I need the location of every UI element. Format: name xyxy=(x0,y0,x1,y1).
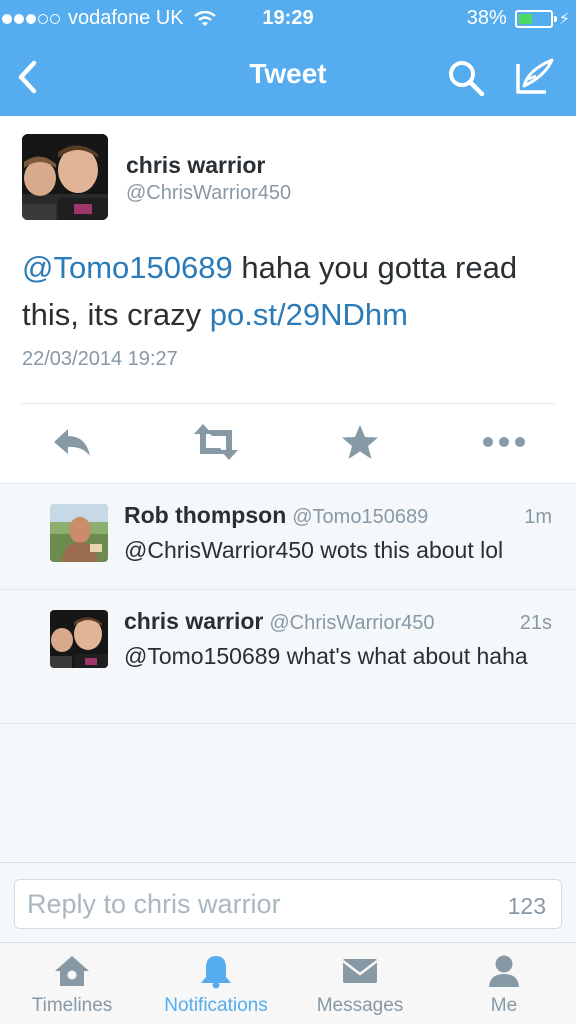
tab-me[interactable]: Me xyxy=(432,943,576,1024)
reply-time: 21s xyxy=(519,612,552,634)
tab-messages[interactable]: Messages xyxy=(288,943,432,1024)
tab-label: Timelines xyxy=(31,995,113,1016)
avatar[interactable] xyxy=(50,504,108,562)
reply-author[interactable]: chris warrior @ChrisWarrior450 xyxy=(124,608,435,635)
charging-icon: ⚡ xyxy=(558,10,570,28)
author-name[interactable]: chris warrior xyxy=(126,152,265,179)
compose-icon[interactable] xyxy=(514,56,556,96)
main-tweet: chris warrior @ChrisWarrior450 @Tomo1506… xyxy=(0,116,576,484)
reply-time: 1m xyxy=(524,506,552,528)
mention-link[interactable]: @Tomo150689 xyxy=(22,250,233,285)
envelope-icon xyxy=(342,959,378,983)
url-link[interactable]: po.st/29NDhm xyxy=(210,297,408,332)
reply-input[interactable] xyxy=(14,879,562,929)
bell-icon xyxy=(201,956,231,989)
favorite-icon[interactable] xyxy=(340,422,380,462)
tab-notifications[interactable]: Notifications xyxy=(144,943,288,1024)
reply-icon[interactable] xyxy=(50,422,94,462)
battery-nub xyxy=(553,15,557,22)
avatar[interactable] xyxy=(22,134,108,220)
page-title: Tweet xyxy=(249,58,327,89)
search-icon[interactable] xyxy=(446,58,486,98)
tab-timelines[interactable]: Timelines xyxy=(0,943,144,1024)
status-bar: vodafone UK 19:29 38% ⚡ xyxy=(0,0,576,38)
person-icon xyxy=(489,955,519,987)
tab-label: Me xyxy=(490,995,518,1016)
reply-text: @Tomo150689 what's what about haha xyxy=(124,643,528,669)
reply-item[interactable]: chris warrior @ChrisWarrior450 21s @Tomo1… xyxy=(0,590,576,724)
reply-item[interactable]: Rob thompson @Tomo150689 1m @ChrisWarrior… xyxy=(0,484,576,590)
status-right: 38% ⚡ xyxy=(467,7,570,30)
home-icon xyxy=(55,956,89,986)
character-count: 123 xyxy=(507,893,546,919)
avatar-photo-icon xyxy=(22,134,108,220)
reply-text: @ChrisWarrior450 wots this about lol xyxy=(124,537,504,563)
reply-author-name: Rob thompson xyxy=(124,502,287,528)
tweet-text: @Tomo150689 haha you gotta read this, it… xyxy=(22,244,558,338)
reply-author[interactable]: Rob thompson @Tomo150689 xyxy=(124,502,428,529)
nav-bar: Tweet xyxy=(0,38,576,116)
top-bar: vodafone UK 19:29 38% ⚡ Tweet xyxy=(0,0,576,116)
avatar-photo-icon xyxy=(50,610,108,668)
battery-percent: 38% xyxy=(466,7,507,29)
tab-label: Notifications xyxy=(164,995,268,1016)
avatar-photo-icon xyxy=(50,504,108,562)
tab-bar: Timelines Notifications Messages Me xyxy=(0,942,576,1024)
reply-author-handle: @ChrisWarrior450 xyxy=(269,612,435,634)
reply-author-handle: @Tomo150689 xyxy=(292,506,429,528)
tab-label: Messages xyxy=(316,995,404,1016)
reply-author-name: chris warrior xyxy=(124,608,264,634)
author-handle[interactable]: @ChrisWarrior450 xyxy=(126,182,291,205)
retweet-icon[interactable] xyxy=(190,422,242,462)
reply-bar: 123 xyxy=(0,862,576,942)
divider xyxy=(22,403,554,404)
battery-icon xyxy=(514,9,557,28)
tweet-timestamp: 22/03/2014 19:27 xyxy=(22,348,178,370)
avatar[interactable] xyxy=(50,610,108,668)
tweet-actions xyxy=(0,416,576,472)
more-icon[interactable] xyxy=(480,422,528,462)
battery-fill xyxy=(518,13,532,24)
